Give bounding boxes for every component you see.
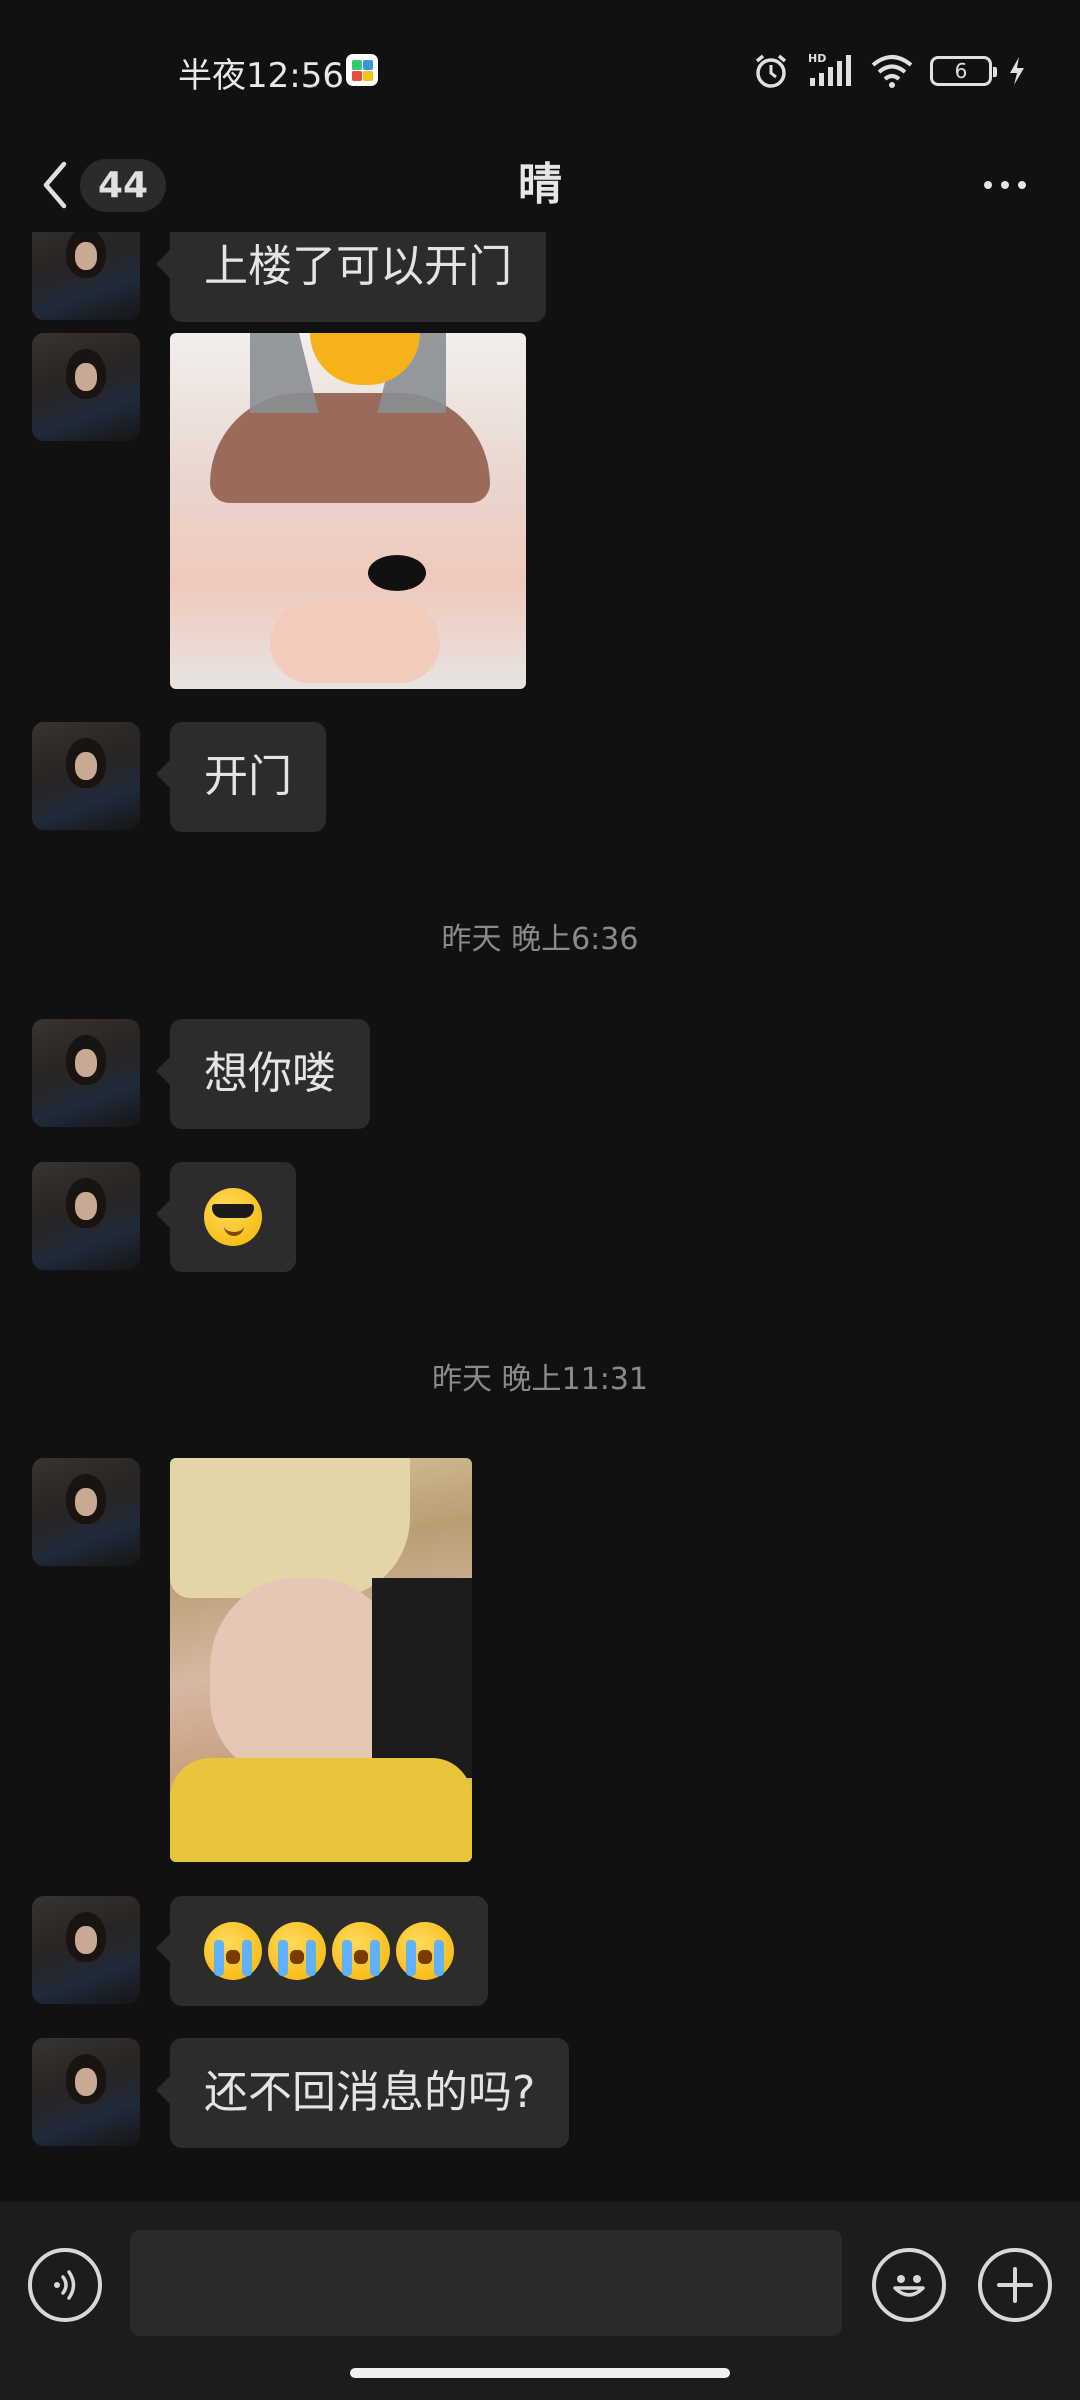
- avatar[interactable]: [32, 1896, 140, 2004]
- wifi-icon: [871, 55, 913, 88]
- crying-emoji-icon: [204, 1922, 262, 1980]
- more-dot-icon: [1001, 181, 1009, 189]
- image-message[interactable]: [170, 333, 526, 689]
- message-row: [32, 1162, 296, 1272]
- message-timestamp: 昨天 晚上11:31: [432, 1362, 648, 1397]
- sunglasses-emoji-icon: [204, 1188, 262, 1246]
- more-dot-icon: [984, 181, 992, 189]
- smiley-icon: [893, 2275, 925, 2297]
- message-bubble[interactable]: 还不回消息的吗?: [155, 2038, 570, 2148]
- avatar[interactable]: [32, 2038, 140, 2146]
- message-list[interactable]: 上楼了可以开门 开门 昨天 晚上6:36 想你喽 昨天 晚上11:31 还不回消…: [0, 232, 1080, 2202]
- status-time: 半夜12:56: [178, 56, 344, 96]
- crying-emoji-icon: [396, 1922, 454, 1980]
- more-dot-icon: [1018, 181, 1026, 189]
- alarm-icon: [755, 54, 787, 88]
- message-timestamp: 昨天 晚上6:36: [441, 922, 639, 957]
- hd-label: HD: [808, 52, 826, 65]
- avatar[interactable]: [32, 1162, 140, 1270]
- more-functions-button[interactable]: [978, 2248, 1052, 2322]
- message-bubble[interactable]: 上楼了可以开门: [156, 232, 546, 322]
- voice-input-button[interactable]: [28, 2248, 102, 2322]
- charging-icon: [1010, 57, 1024, 85]
- battery-level: 6: [954, 59, 968, 83]
- image-message[interactable]: [170, 1458, 472, 1862]
- emoji-button[interactable]: [872, 2248, 946, 2322]
- avatar[interactable]: [32, 1019, 140, 1127]
- app-notification-icon: [346, 54, 378, 86]
- emoji-message-bubble[interactable]: [156, 1162, 296, 1272]
- chat-title: 晴: [518, 159, 562, 210]
- more-options-button[interactable]: [970, 160, 1040, 210]
- signal-icon: HD: [808, 52, 851, 86]
- crying-emoji-icon: [332, 1922, 390, 1980]
- battery-icon: 6: [930, 56, 997, 86]
- message-row: 还不回消息的吗?: [32, 2038, 570, 2148]
- message-bubble[interactable]: 想你喽: [156, 1019, 370, 1129]
- avatar[interactable]: [32, 722, 140, 830]
- avatar[interactable]: [32, 1458, 140, 1566]
- message-row: 开门: [32, 722, 326, 832]
- plus-icon: [997, 2267, 1033, 2303]
- status-bar: 半夜12:56 HD 6: [0, 0, 1080, 140]
- voice-icon: [54, 2270, 76, 2300]
- crying-emoji-icon: [268, 1922, 326, 1980]
- emoji-message-bubble[interactable]: [156, 1896, 488, 2006]
- message-row: 上楼了可以开门: [32, 232, 546, 322]
- message-row: [32, 1896, 488, 2006]
- home-indicator[interactable]: [350, 2368, 730, 2378]
- avatar[interactable]: [32, 232, 140, 320]
- avatar[interactable]: [32, 333, 140, 441]
- message-bubble[interactable]: 开门: [156, 722, 326, 832]
- status-icons: HD 6: [752, 52, 1026, 90]
- message-input[interactable]: [130, 2230, 842, 2336]
- message-row: [32, 333, 526, 689]
- message-row: [32, 1458, 472, 1862]
- message-row: 想你喽: [32, 1019, 370, 1129]
